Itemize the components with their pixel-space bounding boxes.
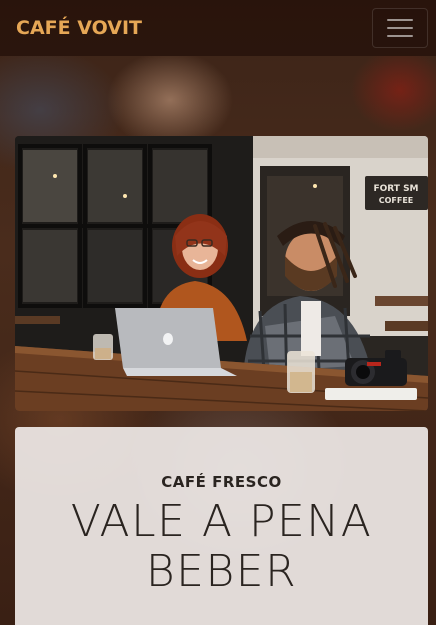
hero-photo: FORT SM COFFEE bbox=[15, 136, 428, 411]
intro-heading-line2: BEBER bbox=[145, 546, 298, 597]
svg-text:FORT SM: FORT SM bbox=[373, 184, 418, 194]
intro-card: CAFÉ FRESCO VALE A PENA BEBER bbox=[15, 427, 428, 625]
menu-toggle-button[interactable] bbox=[372, 8, 428, 48]
svg-text:COFFEE: COFFEE bbox=[379, 196, 414, 205]
intro-subheading: CAFÉ FRESCO bbox=[161, 473, 282, 491]
hamburger-menu-icon bbox=[387, 19, 413, 37]
navbar: CAFÉ VOVIT bbox=[0, 0, 436, 56]
brand-logo-link[interactable]: CAFÉ VOVIT bbox=[16, 17, 142, 39]
intro-heading: VALE A PENA BEBER bbox=[15, 497, 428, 597]
intro-heading-line1: VALE A PENA bbox=[70, 496, 373, 547]
